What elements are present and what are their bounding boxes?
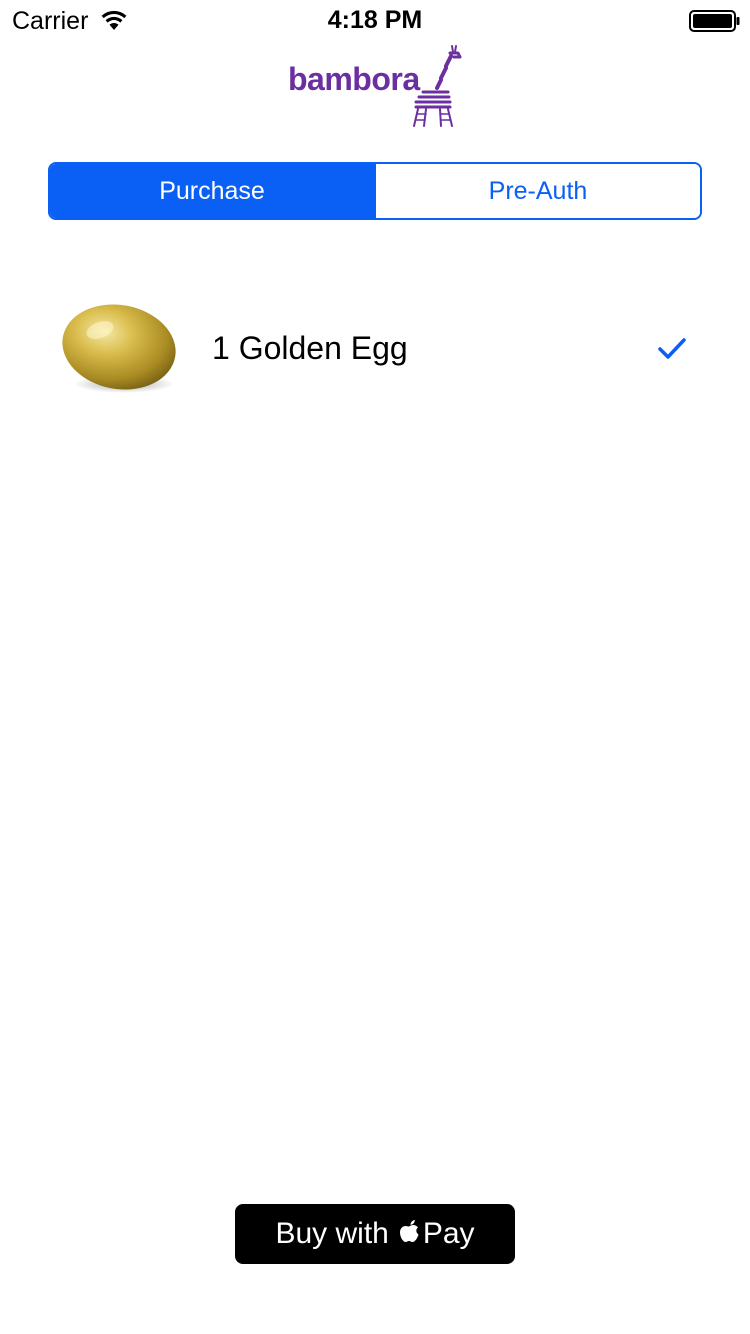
segment-purchase[interactable]: Purchase [50,164,374,218]
apple-pay-prefix: Buy with [275,1217,389,1250]
segment-pre-auth[interactable]: Pre-Auth [374,164,700,218]
product-row[interactable]: 1 Golden Egg [0,290,750,408]
status-time: 4:18 PM [327,6,423,34]
bambora-logo: bambora [286,44,462,128]
payment-type-segmented-control: Purchase Pre-Auth [48,162,702,220]
status-bar: Carrier 4:18 PM [0,0,750,40]
golden-egg-image [62,304,176,393]
checkmark-icon [658,338,686,359]
apple-logo-icon [399,1219,419,1242]
logo-text: bambora [288,61,420,97]
product-name: 1 Golden Egg [212,330,408,366]
buy-with-apple-pay-button[interactable]: Buy with Pay [235,1204,515,1264]
giraffe-icon [413,45,462,127]
battery-icon [689,10,740,32]
apple-pay-suffix: Pay [422,1217,475,1250]
